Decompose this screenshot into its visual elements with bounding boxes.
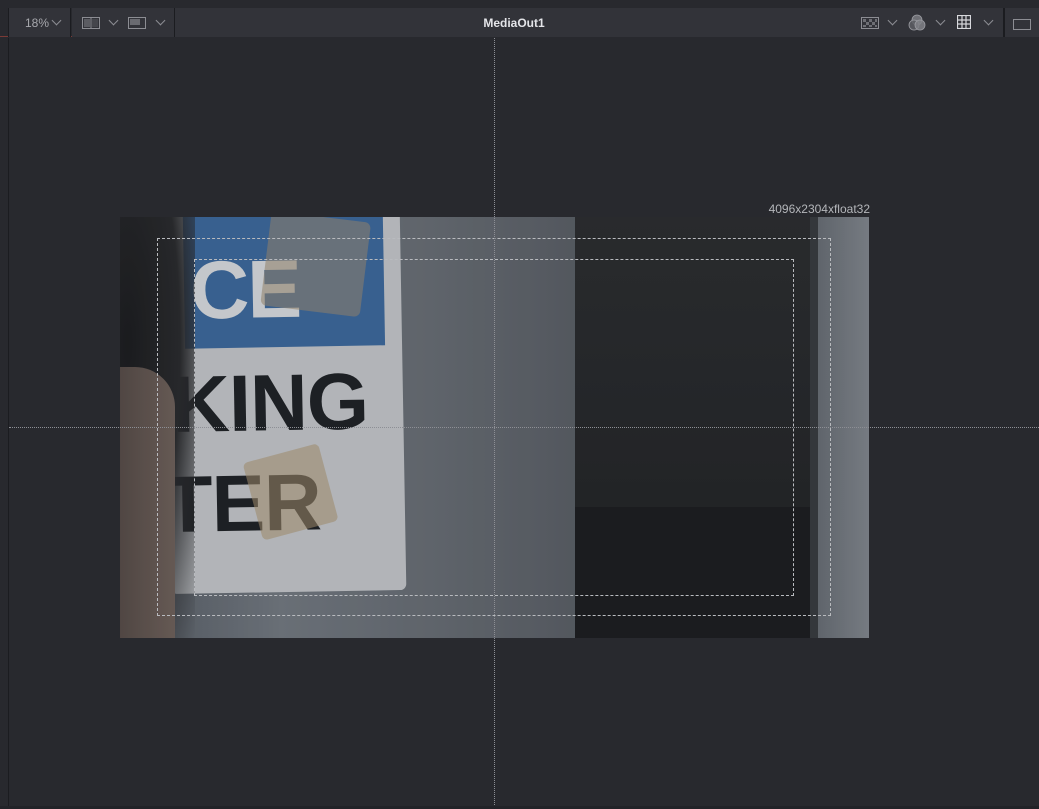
viewer-left-border <box>8 38 9 809</box>
view-layout-controls <box>72 8 175 37</box>
chevron-down-icon[interactable] <box>155 15 166 26</box>
viewer-title-bar: MediaOut1 <box>175 8 853 37</box>
split-view-icon[interactable] <box>82 16 100 34</box>
chevron-down-icon[interactable] <box>108 15 119 26</box>
resolution-label: 4096x2304xfloat32 <box>768 202 870 216</box>
rgb-channels-icon[interactable] <box>908 14 926 36</box>
chevron-down-icon <box>51 15 62 26</box>
viewer-title: MediaOut1 <box>483 16 545 30</box>
chevron-down-icon[interactable] <box>935 15 946 26</box>
grid-icon[interactable] <box>956 14 972 34</box>
viewer-toolbar: 18% MediaOut1 <box>0 0 1039 37</box>
zoom-dropdown[interactable]: 18% <box>9 8 71 37</box>
horizontal-center-guide <box>9 427 1039 428</box>
checkerboard-icon[interactable] <box>861 16 879 34</box>
viewer: 18% MediaOut1 4096x2304xfloat32 CE KING … <box>0 0 1039 809</box>
viewer-options <box>853 8 1004 37</box>
single-view-icon[interactable] <box>128 16 146 34</box>
single-viewer-toggle[interactable] <box>1004 8 1039 37</box>
vertical-center-guide <box>494 38 495 809</box>
chevron-down-icon[interactable] <box>983 15 994 26</box>
zoom-label: 18% <box>25 16 50 30</box>
chevron-down-icon[interactable] <box>887 15 898 26</box>
toolbar-edge <box>0 8 9 37</box>
single-viewer-icon <box>1013 17 1031 35</box>
